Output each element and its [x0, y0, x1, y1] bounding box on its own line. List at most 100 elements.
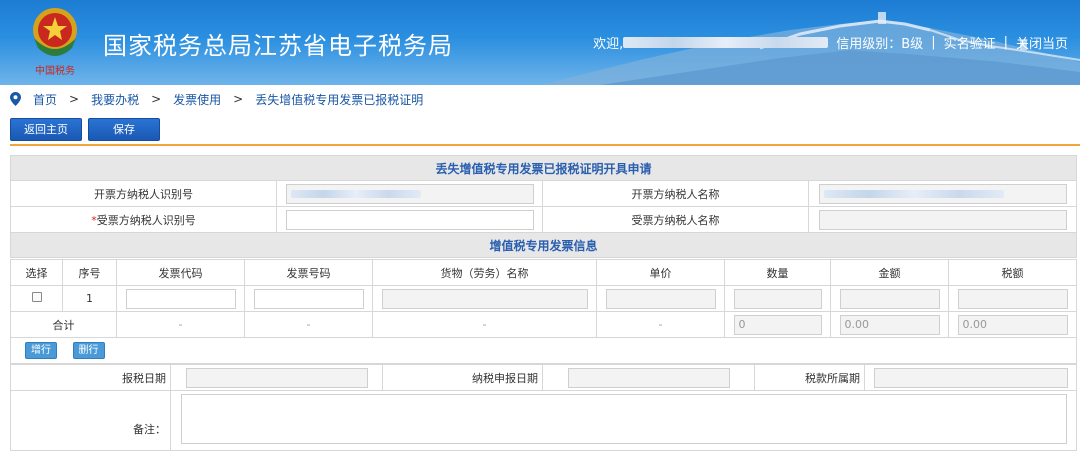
invoice-code-input[interactable] — [125, 288, 236, 309]
quantity-cell — [724, 285, 831, 312]
total-amount-field: 0.00 — [839, 314, 940, 335]
row-actions-cell: 增行 删行 — [10, 337, 1077, 364]
tax-field[interactable] — [957, 288, 1068, 309]
separator: | — [931, 35, 936, 50]
separator: | — [1003, 35, 1008, 50]
section-title: 增值税专用发票信息 — [9, 232, 1078, 258]
site-title: 国家税务总局江苏省电子税务局 — [103, 32, 453, 60]
total-dash: - — [596, 311, 725, 338]
user-name-blurred — [623, 37, 829, 48]
col-header-invoice-code: 发票代码 — [116, 259, 245, 286]
save-button[interactable]: 保存 — [88, 118, 160, 141]
tax-period-cell — [864, 364, 1077, 391]
declare-date-field[interactable] — [567, 367, 730, 388]
application-form-table: 丢失增值税专用发票已报税证明开具申请 开票方纳税人识别号 开票方纳税人名称 *受… — [9, 155, 1078, 258]
issuer-id-label: 开票方纳税人识别号 — [10, 180, 277, 207]
back-home-button[interactable]: 返回主页 — [10, 118, 82, 141]
col-header-tax: 税额 — [948, 259, 1077, 286]
row-actions: 增行 删行 — [10, 337, 1077, 364]
declare-date-cell — [542, 364, 755, 391]
col-header-goods-name: 货物（劳务）名称 — [372, 259, 597, 286]
issuer-id-cell — [276, 180, 543, 207]
svg-text:中国税务: 中国税务 — [35, 64, 75, 77]
amount-field[interactable] — [839, 288, 940, 309]
report-date-field[interactable] — [185, 367, 368, 388]
total-label: 合计 — [10, 311, 117, 338]
invoice-number-cell — [244, 285, 373, 312]
col-header-quantity: 数量 — [724, 259, 831, 286]
issuer-name-cell — [807, 180, 1078, 207]
breadcrumb-arrow: > — [69, 92, 80, 106]
add-row-button[interactable]: 增行 — [25, 342, 57, 359]
invoice-number-input[interactable] — [253, 288, 364, 309]
declare-date-label: 纳税申报日期 — [382, 364, 543, 391]
invoice-table-header: 选择 序号 发票代码 发票号码 货物（劳务）名称 单价 数量 金额 税额 — [10, 259, 1077, 286]
issuer-id-field[interactable] — [285, 183, 534, 204]
remark-textarea[interactable] — [180, 394, 1067, 444]
toolbar: 返回主页 保存 — [10, 118, 160, 141]
remark-cell — [170, 390, 1077, 451]
invoice-table: 选择 序号 发票代码 发票号码 货物（劳务）名称 单价 数量 金额 税额 1 合… — [10, 259, 1077, 364]
goods-name-field[interactable] — [381, 288, 588, 309]
accent-divider — [10, 144, 1080, 146]
header-nav: 欢迎, 信用级别：B级 | 实名验证 | 关闭当页 — [593, 33, 1068, 52]
row-index: 1 — [62, 285, 117, 312]
total-dash: - — [372, 311, 597, 338]
receiver-name-cell — [807, 206, 1078, 233]
tax-period-label: 税款所属期 — [754, 364, 865, 391]
select-cell — [10, 285, 63, 312]
total-tax-field: 0.00 — [957, 314, 1068, 335]
receiver-id-label-cell: *受票方纳税人识别号 — [10, 206, 277, 233]
site-header: 中国税务 国家税务总局江苏省电子税务局 欢迎, 信用级别：B级 | 实名验证 |… — [0, 0, 1080, 85]
breadcrumb-arrow: > — [151, 92, 162, 106]
credit-level: 信用级别：B级 — [836, 37, 924, 52]
real-name-verify-link[interactable]: 实名验证 — [944, 33, 996, 52]
total-amount-cell: 0.00 — [830, 311, 949, 338]
tax-emblem-logo: 中国税务 — [33, 8, 77, 77]
receiver-name-label: 受票方纳税人名称 — [542, 206, 809, 233]
breadcrumb-tax-tasks[interactable]: 我要办税 — [91, 91, 139, 108]
total-quantity-field: 0 — [733, 314, 822, 335]
unit-price-field[interactable] — [605, 288, 716, 309]
date-fields-table: 报税日期 纳税申报日期 税款所属期 — [10, 364, 1077, 391]
breadcrumb: 首页 > 我要办税 > 发票使用 > 丢失增值税专用发票已报税证明 — [0, 85, 1080, 113]
col-header-select: 选择 — [10, 259, 63, 286]
invoice-code-cell — [116, 285, 245, 312]
breadcrumb-home[interactable]: 首页 — [33, 91, 57, 108]
receiver-name-field[interactable] — [818, 209, 1067, 230]
breadcrumb-arrow: > — [233, 92, 244, 106]
issuer-name-field[interactable] — [818, 183, 1067, 204]
remark-table: 备注： — [10, 390, 1077, 451]
total-row: 合计 - - - - 0 0.00 0.00 — [10, 311, 1077, 338]
report-date-label: 报税日期 — [10, 364, 171, 391]
breadcrumb-invoice-use[interactable]: 发票使用 — [173, 91, 221, 108]
receiver-id-input[interactable] — [285, 209, 534, 230]
goods-name-cell — [372, 285, 597, 312]
unit-price-cell — [596, 285, 725, 312]
total-quantity-cell: 0 — [724, 311, 831, 338]
welcome-text: 欢迎, — [593, 37, 624, 52]
close-page-link[interactable]: 关闭当页 — [1016, 33, 1068, 52]
remark-label: 备注： — [10, 390, 171, 451]
col-header-unit-price: 单价 — [596, 259, 725, 286]
location-pin-icon — [10, 92, 21, 106]
tax-cell — [948, 285, 1077, 312]
col-header-invoice-number: 发票号码 — [244, 259, 373, 286]
issuer-name-label: 开票方纳税人名称 — [542, 180, 809, 207]
section-title: 丢失增值税专用发票已报税证明开具申请 — [9, 155, 1078, 181]
delete-row-button[interactable]: 删行 — [72, 342, 105, 359]
breadcrumb-current: 丢失增值税专用发票已报税证明 — [255, 92, 424, 107]
report-date-cell — [170, 364, 383, 391]
quantity-field[interactable] — [733, 288, 822, 309]
row-checkbox[interactable] — [31, 292, 42, 302]
table-row: 1 — [10, 285, 1077, 312]
total-dash: - — [116, 311, 245, 338]
tax-period-field[interactable] — [873, 367, 1068, 388]
col-header-amount: 金额 — [830, 259, 949, 286]
receiver-id-cell — [276, 206, 543, 233]
col-header-index: 序号 — [62, 259, 117, 286]
amount-cell — [830, 285, 949, 312]
receiver-id-label: 受票方纳税人识别号 — [96, 213, 196, 227]
total-tax-cell: 0.00 — [948, 311, 1077, 338]
total-dash: - — [244, 311, 373, 338]
